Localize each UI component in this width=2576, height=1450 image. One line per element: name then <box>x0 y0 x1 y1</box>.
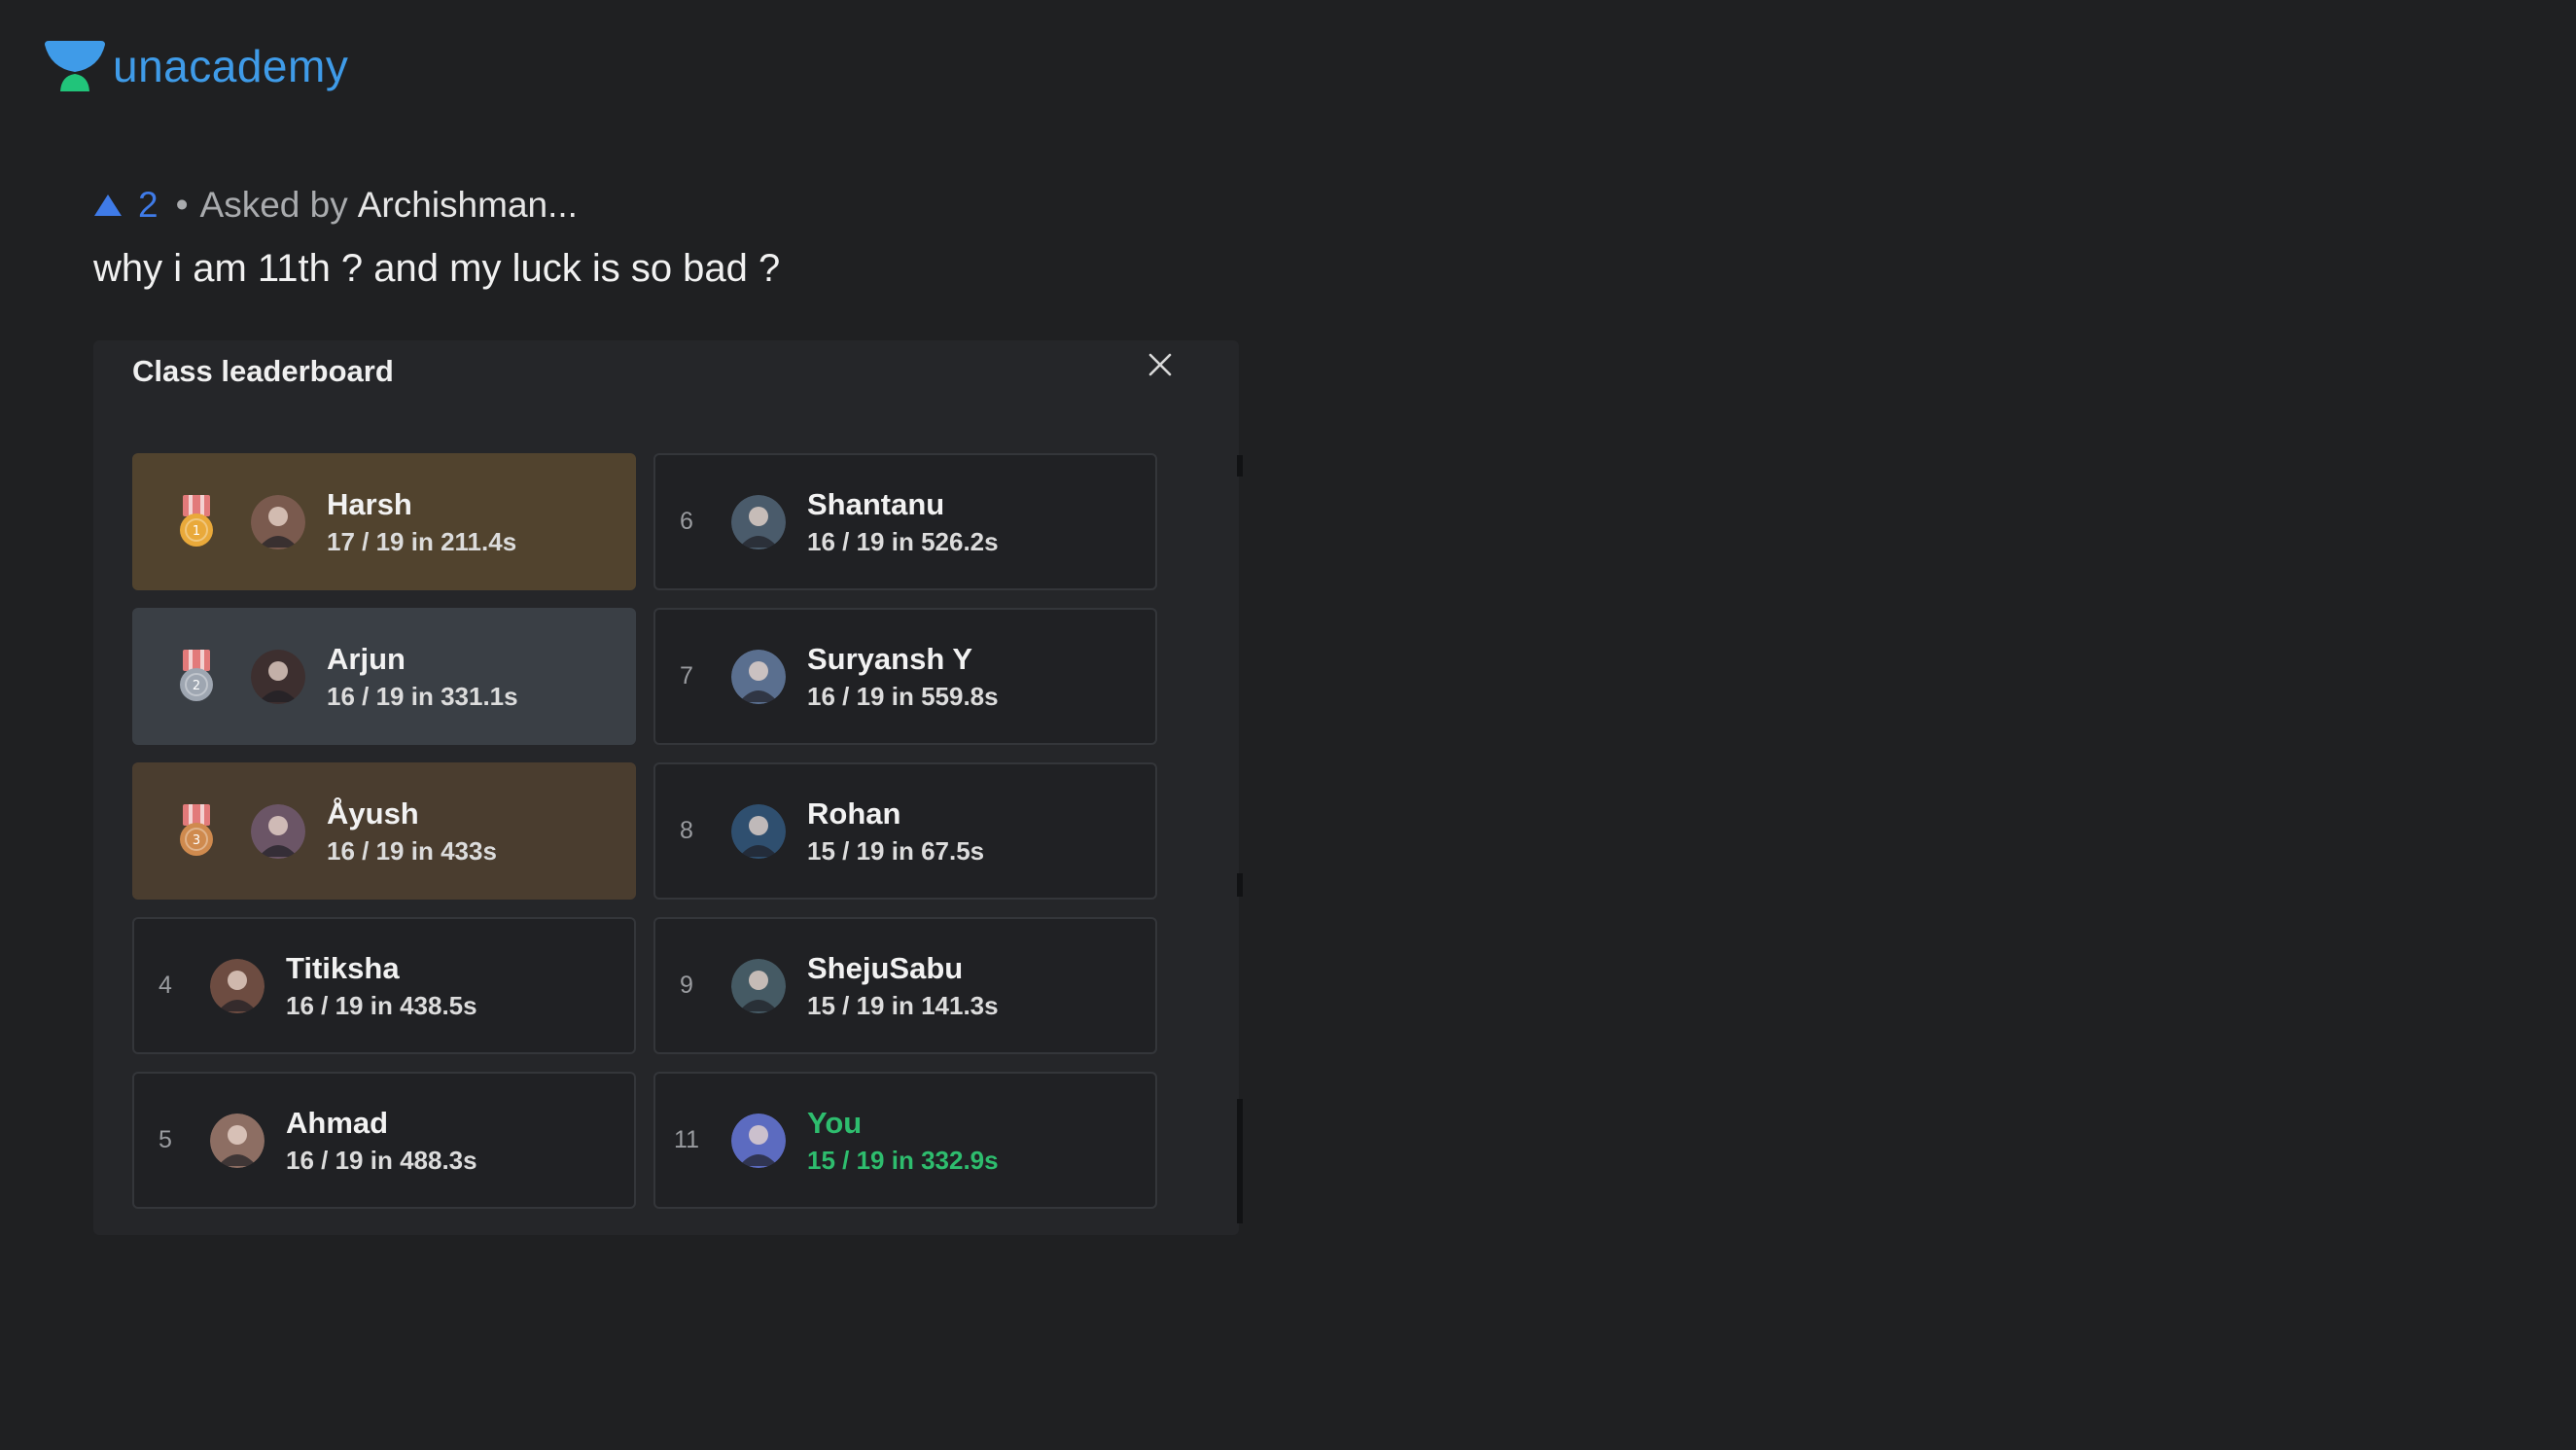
avatar <box>251 649 305 704</box>
leaderboard-entry[interactable]: 11 You 15 / 19 in 332.9s <box>653 1072 1157 1209</box>
rank-number: 11 <box>674 1126 699 1153</box>
entry-info: Arjun 16 / 19 in 331.1s <box>327 640 518 714</box>
avatar <box>731 958 786 1013</box>
entry-name: You <box>807 1105 863 1140</box>
entry-score: 16 / 19 in 488.3s <box>286 1145 477 1175</box>
avatar <box>731 1113 786 1168</box>
rank-number: 6 <box>680 508 693 535</box>
entry-name: Arjun <box>327 641 406 676</box>
entry-info: Titiksha 16 / 19 in 438.5s <box>286 949 477 1023</box>
entry-info: Åyush 16 / 19 in 433s <box>327 795 497 868</box>
entry-info: You 15 / 19 in 332.9s <box>807 1104 999 1178</box>
entry-score: 15 / 19 in 67.5s <box>807 835 985 866</box>
page: unacademy 2 • Asked by Archishman... why… <box>0 0 2576 1450</box>
panel-edge-shadow <box>1237 873 1243 897</box>
avatar <box>731 494 786 549</box>
gold-medal-icon: 1 <box>180 494 213 547</box>
leaderboard-entry[interactable]: 6 Shantanu 16 / 19 in 526.2s <box>653 453 1157 590</box>
graduation-cap-icon <box>45 41 105 91</box>
entry-info: Shantanu 16 / 19 in 526.2s <box>807 485 999 559</box>
upvote-count: 2 <box>138 185 159 225</box>
leaderboard-grid: 11 Harsh 17 / 19 in 211.4s 6 Shantanu 16 / 19… <box>132 453 1157 1209</box>
silver-medal-icon: 2 <box>180 649 213 701</box>
avatar <box>251 803 305 859</box>
question-text: why i am 11th ? and my luck is so bad ? <box>93 247 781 290</box>
leaderboard-panel: Class leaderboard 11 Harsh 17 / 19 in 211.… <box>93 340 1243 1235</box>
leaderboard-entry[interactable]: 5 Ahmad 16 / 19 in 488.3s <box>132 1072 636 1209</box>
bronze-medal-icon: 3 <box>180 803 213 856</box>
rank-number: 4 <box>159 972 172 999</box>
avatar <box>731 803 786 859</box>
rank-number: 7 <box>680 662 693 690</box>
avatar <box>731 649 786 704</box>
panel-edge-shadow <box>1237 1099 1243 1223</box>
leaderboard-entry[interactable]: 9 ShejuSabu 15 / 19 in 141.3s <box>653 917 1157 1054</box>
entry-info: Ahmad 16 / 19 in 488.3s <box>286 1104 477 1178</box>
entry-score: 15 / 19 in 141.3s <box>807 990 999 1020</box>
entry-name: Åyush <box>327 796 419 831</box>
rank-number: 8 <box>680 817 693 844</box>
leaderboard-entry[interactable]: 33Åyush16 / 19 in 433s <box>132 762 636 900</box>
brand-name: unacademy <box>113 41 349 91</box>
entry-score: 17 / 19 in 211.4s <box>327 526 517 556</box>
medal-rank: 1 <box>193 524 200 539</box>
entry-name: Titiksha <box>286 950 400 985</box>
brand-logo[interactable]: unacademy <box>45 39 348 93</box>
entry-name: ShejuSabu <box>807 950 964 985</box>
entry-score: 16 / 19 in 331.1s <box>327 681 518 711</box>
entry-info: Suryansh Y 16 / 19 in 559.8s <box>807 640 999 714</box>
leaderboard-entry[interactable]: 8 Rohan 15 / 19 in 67.5s <box>653 762 1157 900</box>
entry-score: 15 / 19 in 332.9s <box>807 1145 999 1175</box>
close-icon[interactable] <box>1146 350 1175 379</box>
avatar <box>210 958 265 1013</box>
leaderboard-entry[interactable]: 22Arjun16 / 19 in 331.1s <box>132 608 636 745</box>
medal-rank: 2 <box>193 679 200 693</box>
panel-edge-shadow <box>1237 455 1243 477</box>
entry-info: Rohan 15 / 19 in 67.5s <box>807 795 984 868</box>
question-meta: 2 • Asked by Archishman... <box>93 185 578 226</box>
meta-separator: • <box>175 185 189 225</box>
asked-by-label: Asked by <box>199 185 348 225</box>
entry-name: Ahmad <box>286 1105 389 1140</box>
leaderboard-entry[interactable]: 4 Titiksha 16 / 19 in 438.5s <box>132 917 636 1054</box>
entry-score: 16 / 19 in 438.5s <box>286 990 477 1020</box>
entry-score: 16 / 19 in 526.2s <box>807 526 999 556</box>
entry-name: Rohan <box>807 796 901 831</box>
entry-info: Harsh 17 / 19 in 211.4s <box>327 485 516 559</box>
entry-info: ShejuSabu 15 / 19 in 141.3s <box>807 949 999 1023</box>
asker-name[interactable]: Archishman... <box>358 185 578 226</box>
entry-score: 16 / 19 in 559.8s <box>807 681 999 711</box>
entry-name: Shantanu <box>807 486 945 521</box>
leaderboard-title: Class leaderboard <box>132 354 394 388</box>
entry-name: Harsh <box>327 486 412 521</box>
leaderboard-entry[interactable]: 7 Suryansh Y 16 / 19 in 559.8s <box>653 608 1157 745</box>
entry-name: Suryansh Y <box>807 641 973 676</box>
rank-number: 9 <box>680 972 693 999</box>
medal-rank: 3 <box>193 833 200 848</box>
leaderboard-entry[interactable]: 11Harsh17 / 19 in 211.4s <box>132 453 636 590</box>
rank-number: 5 <box>159 1126 172 1153</box>
avatar <box>251 494 305 549</box>
entry-score: 16 / 19 in 433s <box>327 835 497 866</box>
upvote-arrow-icon[interactable] <box>93 193 123 218</box>
avatar <box>210 1113 265 1168</box>
